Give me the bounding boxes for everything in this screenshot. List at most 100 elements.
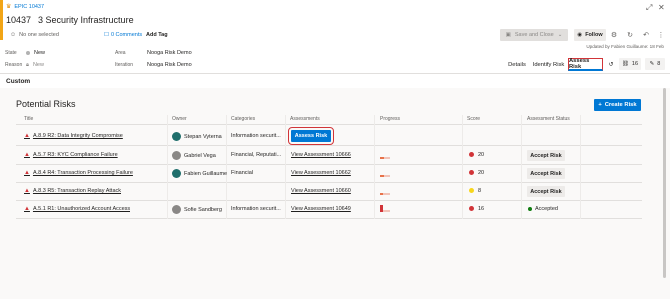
score-cell: 20 [469, 170, 484, 176]
categories-cell: Financial, Reputati... [231, 152, 282, 158]
column-header-categories[interactable]: Categories [231, 116, 255, 122]
settings-icon[interactable]: ⚙ [608, 29, 620, 41]
risk-title-link[interactable]: ▲ A.8.3 R5: Transaction Replay Attack [24, 188, 121, 194]
assignee-value: No one selected [19, 32, 59, 38]
score-value: 8 [478, 188, 482, 194]
add-tag-button[interactable]: Add Tag [146, 32, 168, 38]
save-and-close-button[interactable]: ▣ Save and Close ⌄ [500, 29, 568, 41]
iteration-field[interactable]: Nooga Risk Demo [147, 62, 192, 68]
view-assessment-link[interactable]: View Assessment 10666 [291, 152, 351, 158]
chevron-down-icon: ⌄ [557, 32, 563, 38]
column-header-title[interactable]: Title [24, 116, 33, 122]
warning-icon: ▲ [24, 133, 30, 139]
potential-risks-title: Potential Risks [16, 99, 76, 109]
links-count: 16 [631, 61, 639, 67]
tab-details[interactable]: Details [506, 58, 528, 71]
status-text: Accepted [535, 206, 558, 212]
view-assessment-link[interactable]: View Assessment 10662 [291, 170, 351, 176]
undo-icon[interactable]: ↶ [640, 29, 652, 41]
column-header-progress[interactable]: Progress [380, 116, 400, 122]
tab-assess-risk[interactable]: Assess Risk [568, 58, 603, 71]
risk-title-link[interactable]: ▲ A.5.7 R3: KYC Compliance Failure [24, 152, 118, 158]
crown-icon: ♛ [6, 4, 12, 10]
avatar [172, 132, 181, 141]
column-header-owner[interactable]: Owner [172, 116, 187, 122]
refresh-icon[interactable]: ↻ [624, 29, 636, 41]
create-risk-button[interactable]: + Create Risk [594, 99, 641, 111]
risk-title-text: A.8.4 R4: Transaction Processing Failure [32, 170, 133, 176]
score-value: 20 [478, 170, 485, 176]
row-divider [16, 164, 642, 165]
follow-label: Follow [585, 32, 603, 38]
progress-bar [380, 175, 390, 177]
avatar [172, 151, 181, 160]
score-cell: 16 [469, 206, 484, 212]
title-row: 10437 3 Security Infrastructure [6, 15, 134, 25]
links-tab[interactable]: ⛓ 16 [619, 58, 641, 70]
state-label: State [5, 50, 17, 56]
progress-bar [383, 210, 390, 212]
area-field[interactable]: Nooga Risk Demo [147, 50, 192, 56]
view-assessment-link[interactable]: View Assessment 10649 [291, 206, 351, 212]
score-dot-icon [469, 152, 474, 158]
avatar [172, 205, 181, 214]
iteration-label: Iteration [115, 62, 134, 68]
risk-title-text: A.5.7 R3: KYC Compliance Failure [32, 152, 118, 158]
tab-identify-risk[interactable]: Identify Risk [531, 58, 566, 71]
score-dot-icon [469, 206, 474, 212]
history-icon[interactable]: ↺ [605, 58, 617, 71]
status-badge: Accepted [528, 206, 558, 212]
reason-field[interactable]: 🔒︎ New [26, 62, 44, 69]
risk-title-link[interactable]: ▲ A.8.9 R2: Data Integrity Compromise [24, 133, 123, 139]
attachments-tab[interactable]: ✎ 8 [645, 58, 665, 70]
row-divider [16, 182, 642, 183]
warning-icon: ▲ [24, 206, 30, 212]
accept-risk-button[interactable]: Accept Risk [527, 186, 565, 197]
save-label: Save and Close [514, 32, 554, 38]
lock-icon: 🔒︎ [26, 62, 29, 68]
progress-bar [380, 193, 390, 195]
close-icon[interactable]: ✕ [658, 3, 665, 12]
updated-by[interactable]: Updated by Fabien Guillaume: 18 Feb [586, 44, 664, 49]
more-actions-icon[interactable]: ⋮ [655, 29, 667, 41]
plus-icon: + [598, 102, 602, 108]
expand-icon[interactable]: ⤢ [646, 3, 652, 13]
area-label: Area [115, 50, 126, 56]
assignee-picker[interactable]: ☺ No one selected [10, 32, 59, 38]
column-header-score[interactable]: Score [467, 116, 480, 122]
column-divider [521, 115, 522, 219]
scrollbar[interactable] [663, 88, 666, 278]
owner-cell: Gabriel Vega [172, 151, 216, 160]
owner-cell: Sofie Sandberg [172, 205, 222, 214]
comments-link[interactable]: ☐ 0 Comments [104, 32, 142, 38]
view-assessment-link[interactable]: View Assessment 10660 [291, 188, 351, 194]
assess-risk-button[interactable]: Assess Risk [288, 127, 334, 145]
column-divider [462, 115, 463, 219]
accept-risk-button[interactable]: Accept Risk [527, 168, 565, 179]
score-cell: 8 [469, 188, 481, 194]
owner-cell: Fabien Guillaume [172, 169, 227, 178]
work-item-id: 10437 [6, 15, 32, 25]
score-value: 20 [478, 152, 485, 158]
follow-button[interactable]: ◉ Follow [574, 29, 606, 41]
comments-label: 0 Comments [110, 32, 143, 38]
work-item-title[interactable]: 3 Security Infrastructure [38, 15, 134, 25]
reason-label: Reason [5, 62, 23, 68]
risk-title-link[interactable]: ▲ A.5.1 R1: Unauthorized Account Access [24, 206, 130, 212]
create-risk-label: Create Risk [604, 102, 637, 108]
person-icon: ☺ [10, 32, 17, 38]
state-field[interactable]: New [26, 50, 45, 56]
column-header-assessments[interactable]: Assessments [290, 116, 320, 122]
categories-cell: Information securit... [231, 133, 281, 139]
epic-breadcrumb[interactable]: ♛ EPIC 10437 [6, 3, 45, 11]
column-divider [226, 115, 227, 219]
epic-label: EPIC 10437 [14, 3, 45, 10]
divider [0, 73, 670, 74]
column-divider [374, 115, 375, 219]
risk-title-link[interactable]: ▲ A.8.4 R4: Transaction Processing Failur… [24, 170, 133, 176]
accept-risk-button[interactable]: Accept Risk [527, 150, 565, 161]
risk-title-text: A.5.1 R1: Unauthorized Account Access [32, 206, 131, 212]
row-divider [16, 200, 642, 201]
column-header-assessment-status[interactable]: Assessment Status [527, 116, 570, 122]
link-icon: ⛓ [621, 61, 629, 67]
